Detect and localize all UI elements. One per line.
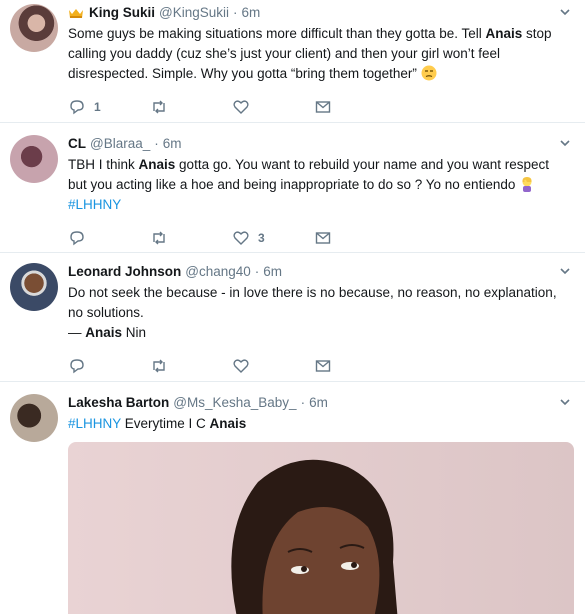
display-name[interactable]: Lakesha Barton: [68, 394, 169, 412]
media-photo: [68, 442, 574, 614]
display-name[interactable]: King Sukii: [89, 4, 155, 22]
tweet-text-part: TBH I think: [68, 157, 139, 172]
like-button[interactable]: 3: [232, 229, 314, 247]
tweet-kingsukii[interactable]: King Sukii @KingSukii · 6m Some guys be …: [0, 0, 585, 123]
separator: ·: [154, 136, 159, 151]
quote-author: Nin: [122, 325, 147, 340]
separator: ·: [233, 5, 238, 20]
direct-message-button[interactable]: [314, 357, 396, 375]
tweet-text: Some guys be making situations more diff…: [68, 24, 585, 84]
direct-message-button[interactable]: [314, 98, 396, 116]
timestamp[interactable]: 6m: [242, 4, 261, 22]
avatar[interactable]: [10, 4, 58, 52]
user-handle[interactable]: @KingSukii: [159, 4, 229, 22]
tweet-text: Do not seek the because - in love there …: [68, 283, 585, 343]
tweet-text-part: Do not seek the because - in love there …: [68, 285, 557, 320]
direct-message-button[interactable]: [314, 229, 396, 247]
reply-button[interactable]: 1: [68, 98, 150, 116]
reply-count: 1: [94, 100, 101, 114]
user-handle[interactable]: @Ms_Kesha_Baby_: [173, 394, 296, 412]
tweet-text-part: Everytime I C: [121, 416, 210, 431]
reply-icon: [70, 359, 84, 374]
retweet-icon: [153, 359, 165, 373]
display-name[interactable]: Leonard Johnson: [68, 263, 181, 281]
tweet-text-part: Some guys be making situations more diff…: [68, 26, 486, 41]
display-name[interactable]: CL: [68, 135, 86, 153]
reply-icon: [70, 231, 84, 246]
user-handle[interactable]: @Blaraa_: [90, 135, 150, 153]
reply-icon: [70, 100, 84, 115]
chevron-down-icon[interactable]: [559, 396, 571, 408]
reply-button[interactable]: [68, 229, 150, 247]
like-icon: [233, 231, 249, 245]
woman-facepalming-icon: [522, 177, 532, 192]
like-icon: [233, 359, 249, 373]
retweet-icon: [153, 100, 165, 114]
hashtag-link[interactable]: #LHHNY: [68, 197, 121, 212]
tweet-text: TBH I think Anais gotta go. You want to …: [68, 155, 585, 215]
highlighted-term: Anais: [209, 416, 247, 431]
message-icon: [315, 101, 331, 113]
like-button[interactable]: [232, 357, 314, 375]
tweet-text: #LHHNY Everytime I C Anais: [68, 414, 585, 434]
retweet-button[interactable]: [150, 229, 232, 247]
timestamp[interactable]: 6m: [163, 135, 182, 153]
tweet-actions: 3: [68, 227, 585, 249]
tweet-chang40[interactable]: Leonard Johnson @chang40 · 6m Do not see…: [0, 253, 585, 382]
tweet-media-image[interactable]: [68, 442, 574, 614]
retweet-icon: [153, 231, 165, 245]
avatar[interactable]: [10, 135, 58, 183]
highlighted-term: Anais: [138, 157, 176, 172]
separator: ·: [254, 264, 260, 279]
tweet-blaraa[interactable]: CL @Blaraa_ · 6m TBH I think Anais gotta…: [0, 123, 585, 253]
reply-button[interactable]: [68, 357, 150, 375]
chevron-down-icon[interactable]: [559, 265, 571, 277]
like-icon: [233, 100, 249, 114]
like-count: 3: [258, 231, 265, 245]
avatar[interactable]: [10, 394, 58, 442]
tweet-actions: 1: [68, 96, 585, 118]
hashtag-link[interactable]: #LHHNY: [68, 416, 121, 431]
quote-dash: —: [68, 325, 86, 340]
timestamp[interactable]: 6m: [309, 394, 328, 412]
message-icon: [315, 360, 331, 372]
chevron-down-icon[interactable]: [559, 137, 571, 149]
user-handle[interactable]: @chang40: [185, 263, 251, 281]
tweet-feed: King Sukii @KingSukii · 6m Some guys be …: [0, 0, 585, 614]
unamused-face-icon: [421, 65, 437, 81]
tweet-header: Leonard Johnson @chang40 · 6m: [68, 263, 585, 281]
separator: ·: [300, 395, 306, 410]
crown-icon: [69, 9, 83, 18]
timestamp[interactable]: 6m: [263, 263, 282, 281]
tweet-header: King Sukii @KingSukii · 6m: [68, 4, 585, 22]
tweet-header: CL @Blaraa_ · 6m: [68, 135, 585, 153]
highlighted-term: Anais: [485, 26, 523, 41]
like-button[interactable]: [232, 98, 314, 116]
tweet-actions: [68, 355, 585, 377]
retweet-button[interactable]: [150, 357, 232, 375]
chevron-down-icon[interactable]: [559, 6, 571, 18]
message-icon: [315, 232, 331, 244]
highlighted-term: Anais: [85, 325, 123, 340]
tweet-header: Lakesha Barton @Ms_Kesha_Baby_ · 6m: [68, 394, 585, 412]
retweet-button[interactable]: [150, 98, 232, 116]
avatar[interactable]: [10, 263, 58, 311]
